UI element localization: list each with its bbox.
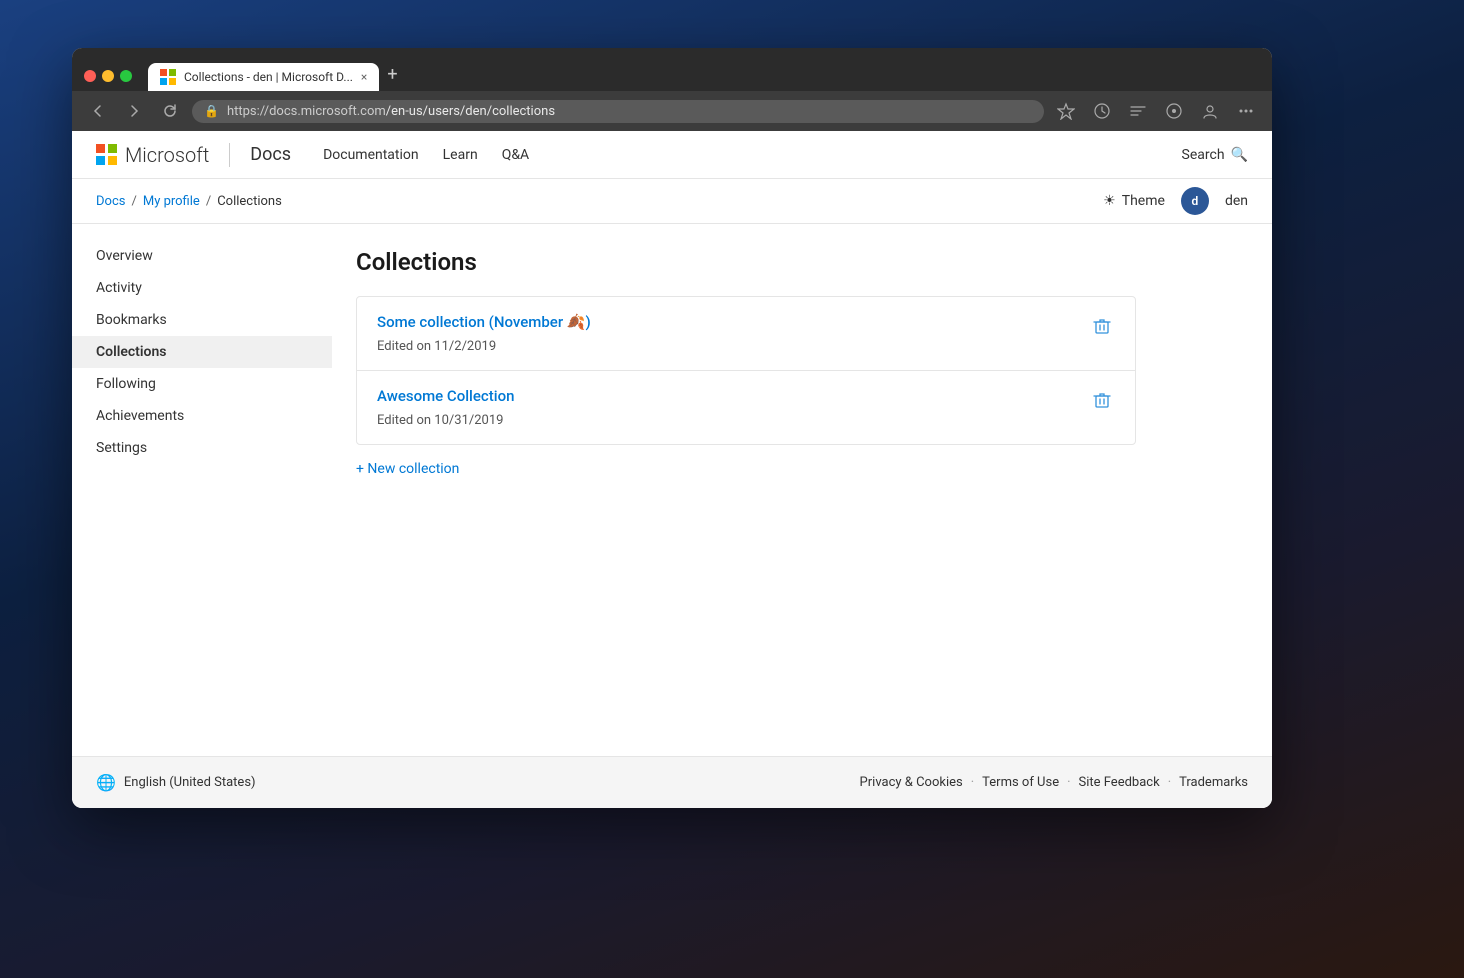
footer-sep-2: · <box>1168 775 1171 790</box>
site-header: Microsoft Docs Documentation Learn Q&A S… <box>72 131 1272 179</box>
breadcrumb: Docs / My profile / Collections <box>96 194 282 209</box>
site-nav: Documentation Learn Q&A <box>323 147 529 163</box>
sidebar-item-following[interactable]: Following <box>72 368 332 400</box>
theme-icon: ☀ <box>1103 193 1116 209</box>
search-label: Search <box>1182 147 1225 163</box>
close-traffic-light[interactable] <box>84 70 96 82</box>
footer-sep-1: · <box>1067 775 1070 790</box>
new-collection-button[interactable]: + New collection <box>356 461 1248 477</box>
breadcrumb-actions: ☀ Theme d den <box>1103 187 1248 215</box>
sidebar-item-activity[interactable]: Activity <box>72 272 332 304</box>
collection-info-0: Some collection (November 🍂) Edited on 1… <box>377 313 1089 354</box>
tab-bar: Collections - den | Microsoft D... × + <box>148 60 1260 91</box>
maximize-traffic-light[interactable] <box>120 70 132 82</box>
toolbar-actions <box>1052 97 1260 125</box>
collection-date-1: Edited on 10/31/2019 <box>377 413 503 428</box>
footer-locale: 🌐 English (United States) <box>96 773 256 792</box>
collections-list: Some collection (November 🍂) Edited on 1… <box>356 296 1136 445</box>
browser-window: Collections - den | Microsoft D... × + 🔒… <box>72 48 1272 808</box>
footer-links: Privacy & Cookies · Terms of Use · Site … <box>860 775 1248 790</box>
collection-name-0[interactable]: Some collection (November 🍂) <box>377 313 1089 331</box>
main-content: Collections Some collection (November 🍂)… <box>332 224 1272 756</box>
collection-name-1[interactable]: Awesome Collection <box>377 387 1089 405</box>
collection-date-0: Edited on 11/2/2019 <box>377 339 496 354</box>
extensions-icon[interactable] <box>1160 97 1188 125</box>
breadcrumb-collections: Collections <box>217 194 282 209</box>
sidebar-item-settings[interactable]: Settings <box>72 432 332 464</box>
theme-button[interactable]: ☀ Theme <box>1103 193 1165 209</box>
collection-item-0[interactable]: Some collection (November 🍂) Edited on 1… <box>357 297 1135 371</box>
sidebar-item-bookmarks[interactable]: Bookmarks <box>72 304 332 336</box>
browser-titlebar: Collections - den | Microsoft D... × + <box>72 48 1272 91</box>
breadcrumb-docs[interactable]: Docs <box>96 194 125 209</box>
address-text: https://docs.microsoft.com/en-us/users/d… <box>227 104 1032 119</box>
sidebar-item-achievements[interactable]: Achievements <box>72 400 332 432</box>
search-button[interactable]: Search 🔍 <box>1182 147 1248 163</box>
ms-square-blue <box>96 156 105 165</box>
address-path: /en-us/users/den/collections <box>386 104 555 119</box>
ms-square-red <box>96 144 105 153</box>
profile-icon[interactable] <box>1196 97 1224 125</box>
browser-chrome: Collections - den | Microsoft D... × + 🔒… <box>72 48 1272 131</box>
user-avatar[interactable]: d <box>1181 187 1209 215</box>
breadcrumb-sep-1: / <box>131 194 136 209</box>
footer-link-feedback[interactable]: Site Feedback <box>1079 775 1160 790</box>
page-content: Microsoft Docs Documentation Learn Q&A S… <box>72 131 1272 808</box>
tab-favicon <box>160 69 176 85</box>
delete-collection-0-button[interactable] <box>1089 313 1115 343</box>
sidebar-item-overview[interactable]: Overview <box>72 240 332 272</box>
back-button[interactable] <box>84 97 112 125</box>
bookmark-star-icon[interactable] <box>1052 97 1080 125</box>
sidebar: Overview Activity Bookmarks Collections … <box>72 224 332 756</box>
more-options-icon[interactable] <box>1232 97 1260 125</box>
lock-icon: 🔒 <box>204 104 219 118</box>
user-initials: d <box>1192 194 1199 208</box>
sidebar-item-collections[interactable]: Collections <box>72 336 332 368</box>
user-name: den <box>1225 193 1248 209</box>
logo-divider <box>229 143 230 167</box>
collection-info-1: Awesome Collection Edited on 10/31/2019 <box>377 387 1089 428</box>
ms-square-green <box>108 144 117 153</box>
breadcrumb-myprofile[interactable]: My profile <box>143 194 200 209</box>
browser-tab[interactable]: Collections - den | Microsoft D... × <box>148 63 379 91</box>
ms-square-yellow <box>108 156 117 165</box>
breadcrumb-sep-2: / <box>206 194 211 209</box>
refresh-icon2[interactable] <box>1088 97 1116 125</box>
footer-sep-0: · <box>971 775 974 790</box>
microsoft-brand-text: Microsoft <box>125 143 209 167</box>
footer-link-privacy[interactable]: Privacy & Cookies <box>860 775 963 790</box>
nav-learn[interactable]: Learn <box>443 147 478 163</box>
refresh-button[interactable] <box>156 97 184 125</box>
traffic-lights <box>84 70 132 82</box>
site-footer: 🌐 English (United States) Privacy & Cook… <box>72 756 1272 808</box>
minimize-traffic-light[interactable] <box>102 70 114 82</box>
footer-link-terms[interactable]: Terms of Use <box>982 775 1059 790</box>
nav-documentation[interactable]: Documentation <box>323 147 419 163</box>
globe-icon: 🌐 <box>96 773 116 792</box>
main-layout: Overview Activity Bookmarks Collections … <box>72 224 1272 756</box>
browser-toolbar: 🔒 https://docs.microsoft.com/en-us/users… <box>72 91 1272 131</box>
page-title: Collections <box>356 248 1248 276</box>
tab-close-button[interactable]: × <box>361 70 367 84</box>
docs-text[interactable]: Docs <box>250 144 291 165</box>
footer-locale-text: English (United States) <box>124 775 256 790</box>
search-icon: 🔍 <box>1231 147 1248 163</box>
microsoft-logo-grid <box>96 144 117 165</box>
address-domain: https://docs.microsoft.com <box>227 104 386 119</box>
nav-qna[interactable]: Q&A <box>502 147 529 163</box>
forward-button[interactable] <box>120 97 148 125</box>
breadcrumb-bar: Docs / My profile / Collections ☀ Theme … <box>72 179 1272 224</box>
favorites-icon[interactable] <box>1124 97 1152 125</box>
delete-collection-1-button[interactable] <box>1089 387 1115 417</box>
new-collection-label: + New collection <box>356 461 459 477</box>
new-tab-button[interactable]: + <box>379 60 405 89</box>
tab-title: Collections - den | Microsoft D... <box>184 70 353 84</box>
footer-link-trademarks[interactable]: Trademarks <box>1179 775 1248 790</box>
collection-item-1[interactable]: Awesome Collection Edited on 10/31/2019 <box>357 371 1135 444</box>
theme-label: Theme <box>1122 193 1165 209</box>
ms-logo: Microsoft <box>96 143 209 167</box>
address-bar[interactable]: 🔒 https://docs.microsoft.com/en-us/users… <box>192 100 1044 123</box>
